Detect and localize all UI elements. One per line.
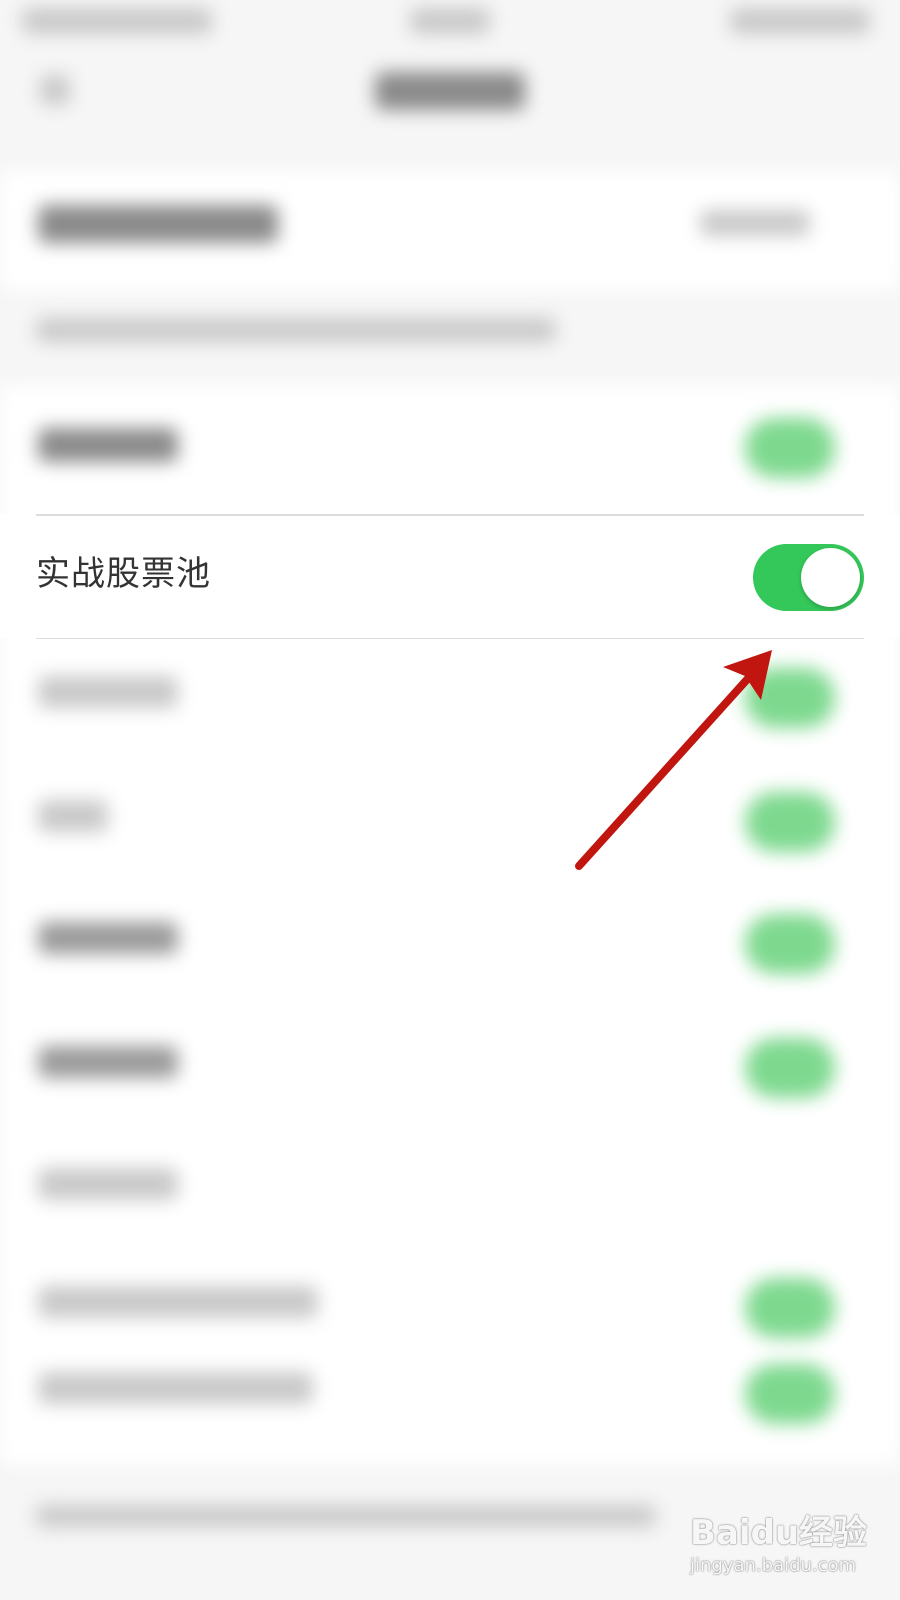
- row-3-label: [38, 676, 178, 708]
- watermark-url: jingyan.baidu.com: [690, 1555, 857, 1576]
- row-bottom-divider: [36, 638, 864, 639]
- row-7-label: [38, 1168, 178, 1200]
- nav-title: [375, 72, 525, 110]
- row-1-toggle: [745, 418, 835, 478]
- row-1-label: [38, 428, 178, 462]
- row-8-toggle: [745, 1278, 835, 1338]
- row-5-toggle: [745, 914, 835, 974]
- stock-pool-toggle[interactable]: [753, 544, 864, 611]
- footer-note: [36, 1505, 656, 1527]
- setting-row-stock-pool[interactable]: 实战股票池: [0, 514, 900, 639]
- header-section-title: [38, 205, 278, 243]
- row-4-toggle: [745, 792, 835, 852]
- row-9-toggle: [745, 1364, 835, 1424]
- baidu-watermark: Baidu经验 jingyan.baidu.com: [690, 1505, 867, 1585]
- row-4-label: [38, 800, 108, 832]
- row-9-label: [38, 1372, 313, 1404]
- settings-screen: 实战股票池 Baidu经验 jingyan.baidu.com: [0, 0, 900, 1600]
- row-6-label: [38, 1046, 178, 1078]
- setting-label-stock-pool: 实战股票池: [36, 554, 211, 594]
- section-note: [36, 318, 556, 342]
- status-bar-center: [410, 8, 490, 34]
- row-top-divider: [36, 514, 864, 516]
- watermark-logo: Baidu经验: [690, 1513, 868, 1553]
- toggle-knob: [801, 548, 860, 607]
- header-section-value: [700, 210, 810, 236]
- row-8-label: [38, 1286, 318, 1318]
- row-5-label: [38, 922, 178, 954]
- back-button: [40, 75, 70, 105]
- row-6-toggle: [745, 1038, 835, 1098]
- blurred-content: [0, 0, 900, 1600]
- status-bar-left: [22, 8, 212, 34]
- row-3-toggle: [745, 668, 835, 728]
- status-bar-right: [730, 8, 870, 34]
